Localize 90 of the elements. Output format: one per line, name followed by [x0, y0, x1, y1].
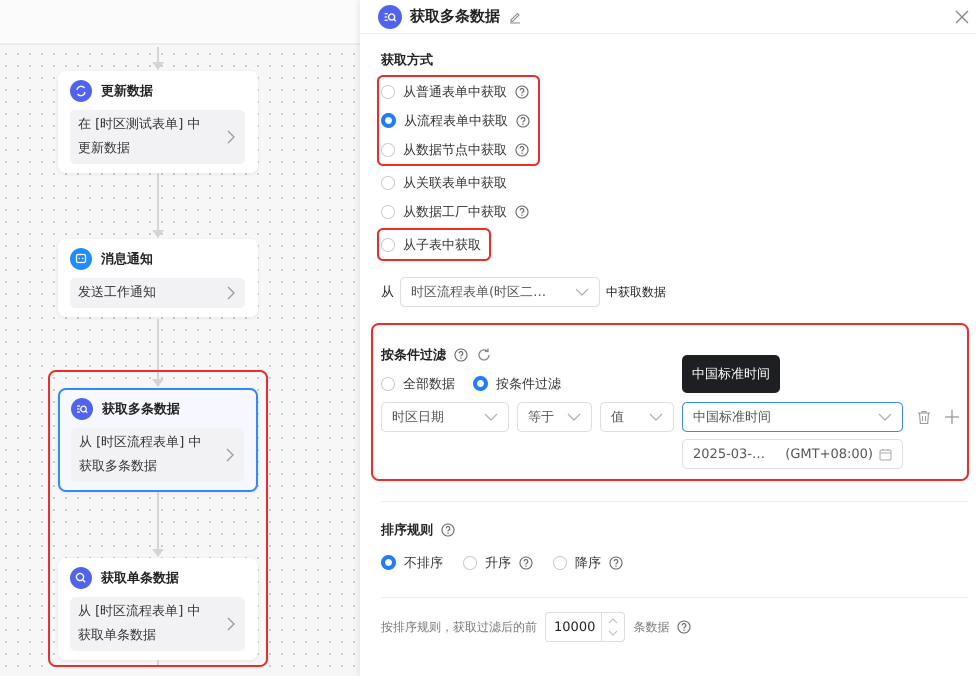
- help-icon[interactable]: [519, 556, 533, 570]
- node-description: 从 [时区流程表单] 中获取多条数据: [79, 434, 202, 476]
- node-detail[interactable]: 在 [时区测试表单] 中更新数据: [70, 110, 245, 164]
- radio-button[interactable]: [381, 204, 395, 218]
- chevron-right-icon: [226, 448, 234, 462]
- node-detail[interactable]: 从 [时区流程表单] 中获取多条数据: [71, 428, 244, 482]
- connector-arrow: [152, 372, 164, 388]
- flow-node[interactable]: 获取单条数据 从 [时区流程表单] 中获取单条数据: [58, 558, 258, 660]
- chevron-down-icon: [575, 288, 589, 296]
- refresh-icon[interactable]: [476, 347, 492, 363]
- node-title: 更新数据: [101, 82, 153, 100]
- radio-button[interactable]: [381, 176, 395, 190]
- radio-label[interactable]: 从数据节点中获取: [403, 140, 507, 158]
- flow-node[interactable]: 更新数据 在 [时区测试表单] 中更新数据: [58, 71, 258, 173]
- chevron-down-icon: [567, 413, 581, 421]
- chevron-down-icon: [649, 413, 663, 421]
- node-title: 消息通知: [101, 251, 153, 268]
- search-icon: [70, 567, 92, 589]
- radio-button[interactable]: [381, 113, 396, 128]
- timezone-offset: (GMT+08:00): [785, 446, 873, 462]
- section-title: 按条件过滤: [381, 347, 446, 364]
- help-icon[interactable]: [515, 142, 529, 156]
- number-input[interactable]: 10000: [545, 612, 626, 642]
- source-prefix: 从: [381, 284, 394, 301]
- calendar-icon: [879, 448, 892, 460]
- radio-button[interactable]: [381, 142, 395, 156]
- section-title: 排序规则: [381, 522, 433, 539]
- radio-label[interactable]: 从数据工厂中获取: [403, 202, 507, 220]
- form-select[interactable]: 时区流程表单(时区二…: [400, 277, 600, 307]
- radio-button[interactable]: [381, 555, 396, 570]
- message-icon: [70, 248, 92, 270]
- node-detail[interactable]: 从 [时区流程表单] 中获取单条数据: [70, 597, 245, 651]
- limit-suffix: 条数据: [633, 618, 670, 636]
- list-search-icon: [71, 398, 93, 420]
- node-title: 获取单条数据: [101, 570, 179, 587]
- help-icon[interactable]: [515, 204, 529, 218]
- radio-button[interactable]: [381, 238, 395, 252]
- radio-label[interactable]: 从流程表单中获取: [404, 112, 508, 130]
- date-field[interactable]: 2025-03-… (GMT+08:00): [682, 439, 903, 469]
- radio-label[interactable]: 降序: [575, 554, 601, 572]
- node-detail[interactable]: 发送工作通知: [70, 278, 245, 308]
- help-icon[interactable]: [454, 348, 468, 362]
- limit-label: 按排序规则，获取过滤后的前: [381, 618, 537, 636]
- date-value: 2025-03-…: [693, 446, 766, 462]
- radio-label[interactable]: 从关联表单中获取: [403, 174, 507, 192]
- chevron-right-icon: [227, 617, 235, 631]
- radio-label[interactable]: 全部数据: [403, 374, 455, 392]
- radio-button[interactable]: [553, 556, 567, 570]
- radio-button[interactable]: [381, 84, 395, 98]
- flow-node[interactable]: 获取多条数据 从 [时区流程表单] 中获取多条数据: [58, 388, 258, 492]
- radio-button[interactable]: [473, 376, 488, 391]
- field-select[interactable]: 时区日期: [381, 402, 509, 432]
- close-icon[interactable]: [955, 10, 969, 24]
- refresh-icon: [70, 80, 92, 102]
- node-description: 从 [时区流程表单] 中获取单条数据: [78, 603, 202, 645]
- delete-icon[interactable]: [917, 410, 931, 425]
- panel-title: 获取多条数据: [410, 7, 500, 26]
- list-search-icon: [378, 4, 402, 28]
- add-icon[interactable]: [945, 410, 959, 424]
- radio-label[interactable]: 不排序: [404, 554, 443, 572]
- value-type-select[interactable]: 值: [600, 402, 674, 432]
- flow-node[interactable]: 消息通知 发送工作通知: [58, 239, 258, 317]
- radio-label[interactable]: 升序: [485, 554, 511, 572]
- connector-arrow: [152, 47, 164, 71]
- radio-button[interactable]: [463, 556, 477, 570]
- connector-arrow: [152, 492, 164, 558]
- node-description: 发送工作通知: [78, 284, 157, 302]
- radio-label[interactable]: 从子表中获取: [403, 236, 481, 254]
- help-icon[interactable]: [441, 523, 455, 537]
- operator-select[interactable]: 等于: [517, 402, 592, 432]
- help-icon[interactable]: [677, 620, 692, 634]
- timezone-select[interactable]: 中国标准时间: [682, 402, 903, 432]
- chevron-right-icon: [227, 286, 235, 300]
- connector-line: [157, 660, 159, 665]
- node-title: 获取多条数据: [102, 401, 180, 418]
- connector-arrow: [152, 173, 164, 239]
- tooltip: 中国标准时间: [682, 355, 780, 393]
- radio-label[interactable]: 从普通表单中获取: [403, 82, 507, 100]
- chevron-down-icon: [484, 413, 498, 421]
- radio-label[interactable]: 按条件过滤: [496, 374, 561, 392]
- source-suffix: 中获取数据: [606, 284, 666, 300]
- section-title: 获取方式: [381, 52, 434, 69]
- chevron-down-icon: [878, 413, 892, 421]
- chevron-right-icon: [227, 130, 235, 144]
- help-icon[interactable]: [515, 84, 529, 98]
- help-icon[interactable]: [609, 556, 623, 570]
- connector-line: [157, 319, 159, 370]
- radio-button[interactable]: [381, 376, 395, 390]
- help-icon[interactable]: [516, 114, 530, 128]
- node-description: 在 [时区测试表单] 中更新数据: [78, 116, 202, 158]
